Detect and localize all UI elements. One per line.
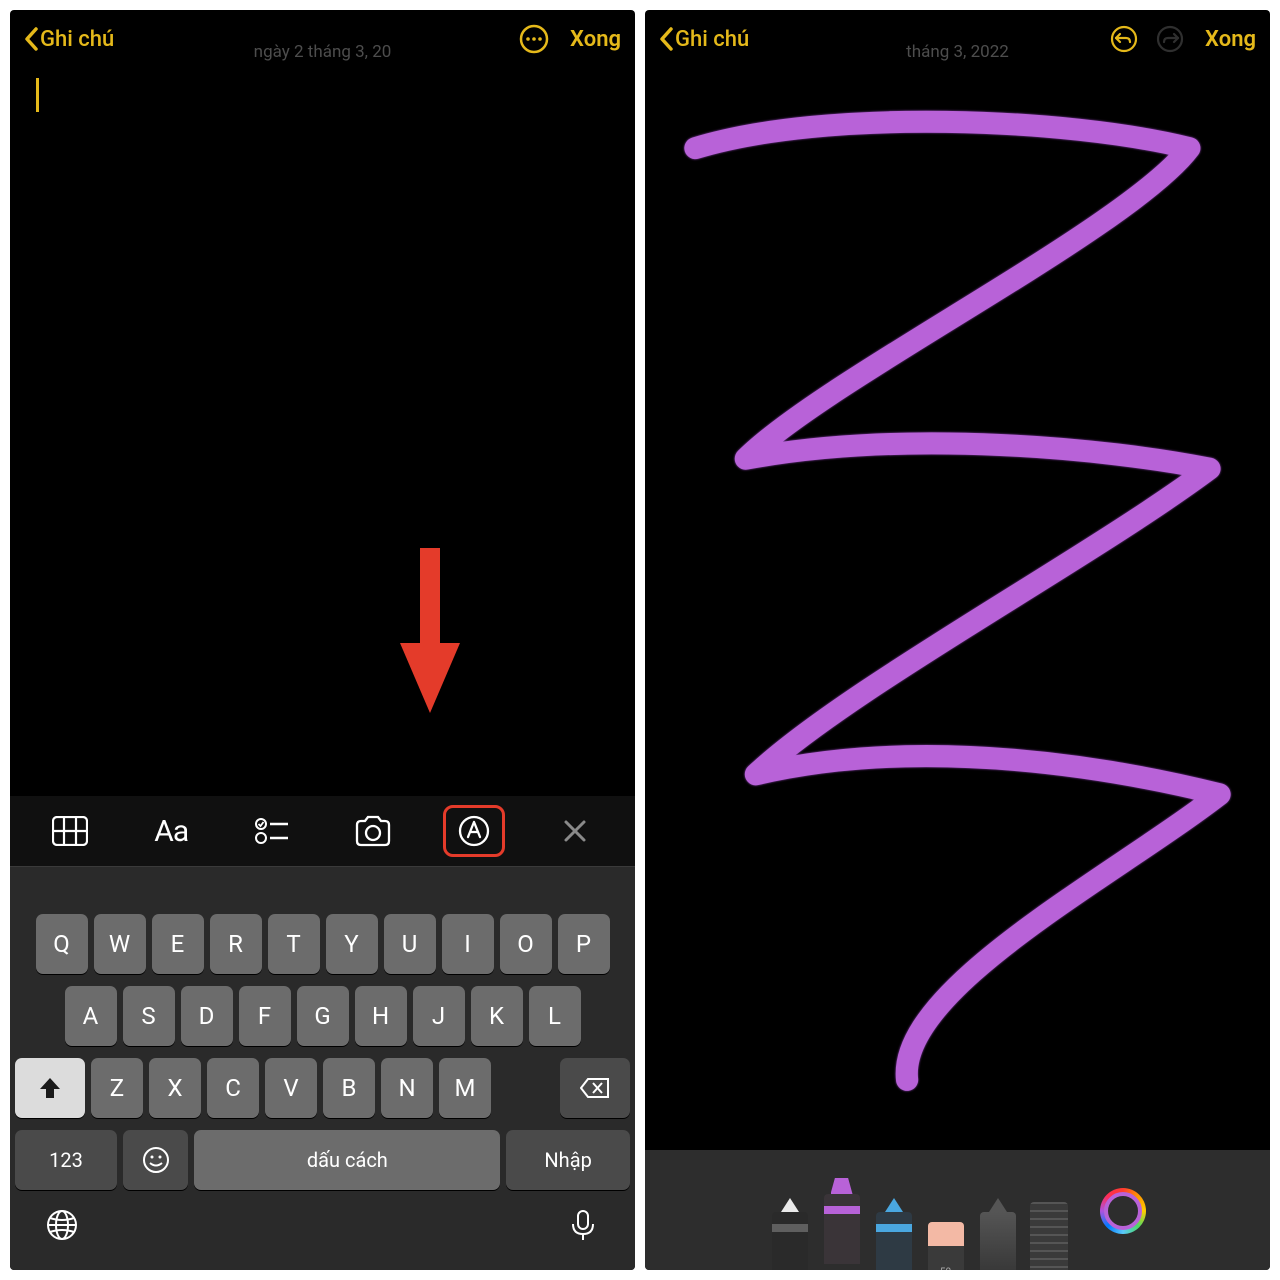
- format-toolbar: Aa: [10, 796, 635, 866]
- markup-button[interactable]: [443, 805, 505, 857]
- key-o[interactable]: O: [500, 914, 552, 974]
- suggestion-bar: [10, 866, 635, 906]
- text-cursor: [36, 78, 39, 112]
- header-right: Ghi chú Xong: [645, 10, 1270, 68]
- key-i[interactable]: I: [442, 914, 494, 974]
- numbers-key[interactable]: 123: [15, 1130, 117, 1190]
- right-phone-frame: tháng 3, 2022 Ghi chú Xong: [645, 10, 1270, 1270]
- key-l[interactable]: L: [529, 986, 581, 1046]
- left-phone-frame: ngày 2 tháng 3, 20 Ghi chú Xong Aa: [10, 10, 635, 1270]
- redo-icon: [1155, 24, 1185, 54]
- key-a[interactable]: A: [65, 986, 117, 1046]
- note-content-area[interactable]: [10, 68, 635, 796]
- camera-button[interactable]: [342, 805, 404, 857]
- pencil-tool[interactable]: [874, 1198, 914, 1270]
- globe-icon: [45, 1208, 79, 1242]
- eraser-tool[interactable]: 50: [926, 1222, 966, 1270]
- key-z[interactable]: Z: [91, 1058, 143, 1118]
- back-button-right[interactable]: Ghi chú: [659, 27, 749, 52]
- back-button[interactable]: Ghi chú: [24, 27, 114, 52]
- chevron-left-icon: [24, 27, 38, 51]
- chevron-left-icon: [659, 27, 673, 51]
- key-p[interactable]: P: [558, 914, 610, 974]
- mic-icon: [566, 1208, 600, 1242]
- key-t[interactable]: T: [268, 914, 320, 974]
- key-y[interactable]: Y: [326, 914, 378, 974]
- key-x[interactable]: X: [149, 1058, 201, 1118]
- key-w[interactable]: W: [94, 914, 146, 974]
- key-k[interactable]: K: [471, 986, 523, 1046]
- marker-tool[interactable]: [822, 1178, 862, 1264]
- key-m[interactable]: M: [439, 1058, 491, 1118]
- drawing-stroke: [645, 68, 1270, 1150]
- emoji-icon: [142, 1146, 170, 1174]
- key-u[interactable]: U: [384, 914, 436, 974]
- key-f[interactable]: F: [239, 986, 291, 1046]
- key-d[interactable]: D: [181, 986, 233, 1046]
- shift-icon: [38, 1076, 62, 1100]
- header-left: Ghi chú Xong: [10, 10, 635, 68]
- checklist-button[interactable]: [241, 805, 303, 857]
- close-toolbar-button[interactable]: [544, 805, 606, 857]
- eraser-size-label: 50: [940, 1267, 951, 1270]
- space-key[interactable]: dấu cách: [194, 1130, 500, 1190]
- key-j[interactable]: J: [413, 986, 465, 1046]
- key-n[interactable]: N: [381, 1058, 433, 1118]
- key-b[interactable]: B: [323, 1058, 375, 1118]
- dictation-key[interactable]: [566, 1208, 600, 1246]
- key-g[interactable]: G: [297, 986, 349, 1046]
- more-circle-icon[interactable]: [518, 23, 550, 55]
- done-button[interactable]: Xong: [570, 27, 621, 52]
- drawing-canvas[interactable]: [645, 68, 1270, 1150]
- key-c[interactable]: C: [207, 1058, 259, 1118]
- key-q[interactable]: Q: [36, 914, 88, 974]
- lasso-tool[interactable]: [978, 1198, 1018, 1270]
- back-label: Ghi chú: [40, 27, 114, 52]
- key-s[interactable]: S: [123, 986, 175, 1046]
- annotation-arrow-icon: [400, 548, 460, 718]
- keyboard: QWERTYUIOP ASDFGHJKL ZXCVBNM 123 dấu các…: [10, 906, 635, 1270]
- key-e[interactable]: E: [152, 914, 204, 974]
- pen-tool[interactable]: [770, 1198, 810, 1270]
- backspace-key[interactable]: [560, 1058, 630, 1118]
- undo-icon[interactable]: [1109, 24, 1139, 54]
- enter-key[interactable]: Nhập: [506, 1130, 630, 1190]
- drawing-toolbar: 50: [645, 1150, 1270, 1270]
- key-h[interactable]: H: [355, 986, 407, 1046]
- key-r[interactable]: R: [210, 914, 262, 974]
- ruler-tool[interactable]: [1030, 1202, 1068, 1270]
- shift-key[interactable]: [15, 1058, 85, 1118]
- backspace-icon: [580, 1077, 610, 1099]
- color-picker-button[interactable]: [1100, 1188, 1146, 1234]
- table-button[interactable]: [39, 805, 101, 857]
- globe-key[interactable]: [45, 1208, 79, 1246]
- back-label-right: Ghi chú: [675, 27, 749, 52]
- key-v[interactable]: V: [265, 1058, 317, 1118]
- emoji-key[interactable]: [123, 1130, 189, 1190]
- done-button-right[interactable]: Xong: [1205, 27, 1256, 52]
- text-format-button[interactable]: Aa: [140, 805, 202, 857]
